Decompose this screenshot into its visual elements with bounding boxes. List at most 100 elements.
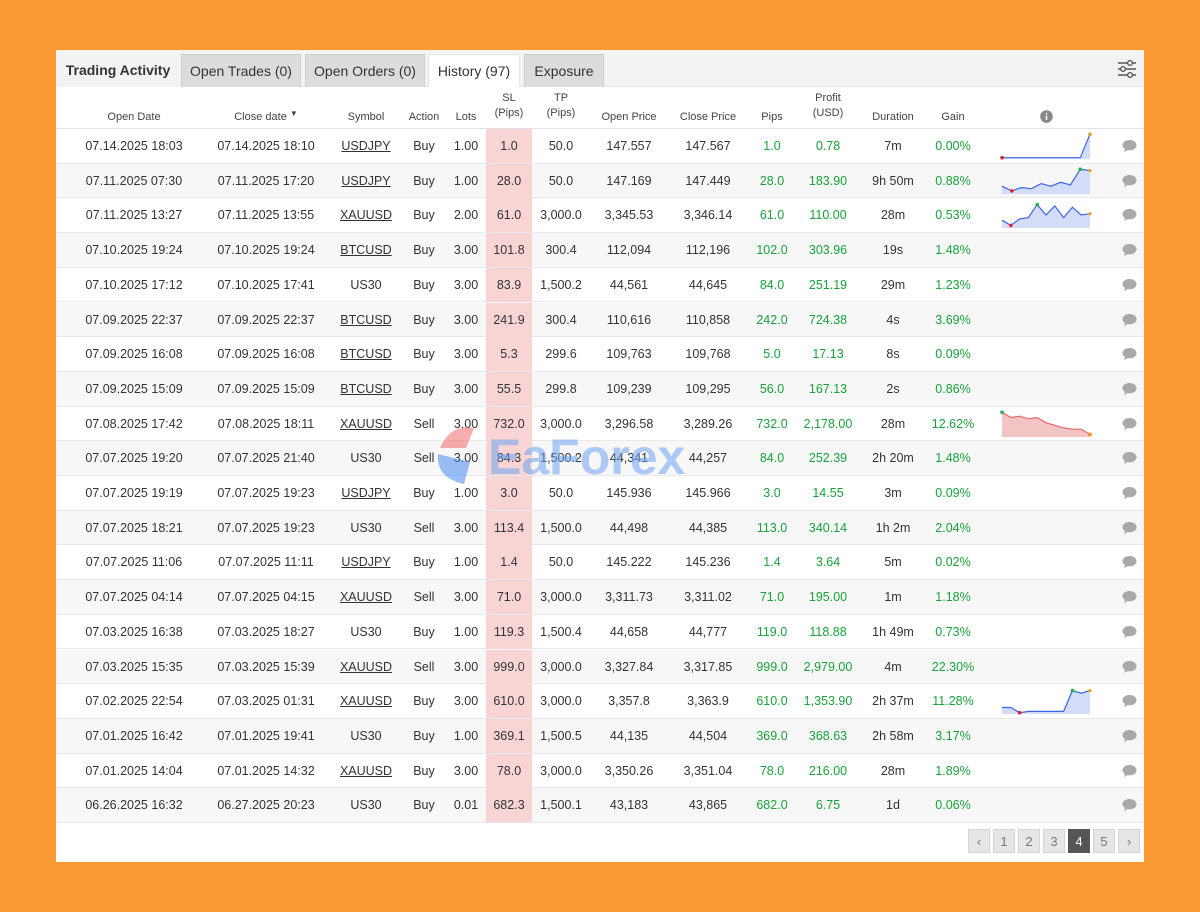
prev-page-button[interactable]: ‹: [968, 829, 990, 853]
cell-symbol[interactable]: USDJPY: [338, 545, 394, 579]
comment-icon[interactable]: [1122, 729, 1137, 743]
table-row[interactable]: 07.09.2025 22:37 07.09.2025 22:37 BTCUSD Bu…: [56, 302, 1144, 338]
page-3-button[interactable]: 3: [1043, 829, 1065, 853]
tab-open-orders[interactable]: Open Orders (0): [305, 54, 425, 87]
table-row[interactable]: 07.01.2025 16:42 07.01.2025 19:41 US30 Buy 1…: [56, 718, 1144, 754]
col-open-date[interactable]: Open Date: [80, 87, 188, 129]
page-4-button[interactable]: 4: [1068, 829, 1090, 853]
comment-icon[interactable]: [1122, 694, 1137, 708]
col-duration[interactable]: Duration: [860, 87, 926, 129]
cell-close-date: 07.01.2025 19:41: [217, 728, 315, 743]
cell-gain: 1.23%: [935, 277, 971, 292]
comment-icon[interactable]: [1122, 764, 1137, 778]
comment-icon[interactable]: [1122, 798, 1137, 812]
cell-tp: 3,000.0: [540, 763, 582, 778]
col-lots[interactable]: Lots: [448, 87, 484, 129]
comment-icon[interactable]: [1122, 174, 1137, 188]
table-row[interactable]: 07.10.2025 17:12 07.10.2025 17:41 US30 Buy 3…: [56, 267, 1144, 303]
table-row[interactable]: 07.14.2025 18:03 07.14.2025 18:10 USDJPY Bu…: [56, 129, 1144, 164]
cell-symbol[interactable]: XAUUSD: [338, 407, 394, 441]
table-row[interactable]: 07.07.2025 11:06 07.07.2025 11:11 USDJPY Bu…: [56, 545, 1144, 581]
tab-history[interactable]: History (97): [428, 54, 520, 87]
table-row[interactable]: 07.07.2025 18:21 07.07.2025 19:23 US30 Sell…: [56, 510, 1144, 546]
comment-icon[interactable]: [1122, 208, 1137, 222]
table-row[interactable]: 07.09.2025 16:08 07.09.2025 16:08 BTCUSD Bu…: [56, 337, 1144, 372]
next-page-button[interactable]: ›: [1118, 829, 1140, 853]
col-symbol[interactable]: Symbol: [338, 87, 394, 129]
cell-duration: 4m: [884, 659, 902, 674]
cell-profit: 167.13: [808, 381, 848, 396]
cell-tp: 1,500.2: [540, 277, 582, 292]
col-close-date[interactable]: Close date ▼: [206, 87, 326, 129]
page-2-button[interactable]: 2: [1018, 829, 1040, 853]
table-row[interactable]: 07.11.2025 07:30 07.11.2025 17:20 USDJPY Bu…: [56, 163, 1144, 199]
table-row[interactable]: 07.02.2025 22:54 07.03.2025 01:31 XAUUSD Bu…: [56, 684, 1144, 719]
cell-action: Sell: [413, 590, 435, 605]
table-row[interactable]: 07.11.2025 13:27 07.11.2025 13:55 XAUUSD Bu…: [56, 198, 1144, 234]
comment-icon[interactable]: [1122, 278, 1137, 292]
col-tp[interactable]: TP (Pips): [536, 87, 586, 129]
tab-open-trades[interactable]: Open Trades (0): [181, 54, 301, 87]
col-gain[interactable]: Gain: [928, 87, 978, 129]
col-pips[interactable]: Pips: [750, 87, 794, 129]
cell-action: Buy: [413, 624, 435, 639]
cell-symbol[interactable]: XAUUSD: [338, 580, 394, 614]
cell-tp: 1,500.0: [540, 520, 582, 535]
comment-icon[interactable]: [1122, 521, 1137, 535]
info-icon[interactable]: [1036, 87, 1056, 129]
comment-icon[interactable]: [1122, 313, 1137, 327]
table-row[interactable]: 07.03.2025 15:35 07.03.2025 15:39 XAUUSD Se…: [56, 649, 1144, 685]
table-row[interactable]: 07.01.2025 14:04 07.01.2025 14:32 XAUUSD Bu…: [56, 753, 1144, 789]
col-sl[interactable]: SL (Pips): [486, 87, 532, 129]
col-open-price[interactable]: Open Price: [594, 87, 664, 129]
table-row[interactable]: 07.09.2025 15:09 07.09.2025 15:09 BTCUSD Bu…: [56, 371, 1144, 407]
comment-icon[interactable]: [1122, 590, 1137, 604]
cell-duration: 5m: [884, 555, 902, 570]
page-1-button[interactable]: 1: [993, 829, 1015, 853]
cell-symbol[interactable]: XAUUSD: [338, 650, 394, 684]
cell-gain: 1.89%: [935, 763, 971, 778]
comment-icon[interactable]: [1122, 243, 1137, 257]
comment-icon[interactable]: [1122, 347, 1137, 361]
cell-profit: 252.39: [808, 451, 848, 466]
cell-symbol[interactable]: XAUUSD: [338, 198, 394, 232]
cell-symbol[interactable]: XAUUSD: [338, 684, 394, 718]
page-5-button[interactable]: 5: [1093, 829, 1115, 853]
comment-icon[interactable]: [1122, 555, 1137, 569]
cell-symbol[interactable]: BTCUSD: [338, 303, 394, 337]
table-row[interactable]: 07.03.2025 16:38 07.03.2025 18:27 US30 Buy 1…: [56, 614, 1144, 650]
cell-gain: 0.09%: [935, 486, 971, 500]
cell-symbol[interactable]: USDJPY: [338, 129, 394, 163]
comment-icon[interactable]: [1122, 417, 1137, 431]
table-header: Open Date Close date ▼ Symbol Action Lot…: [56, 87, 1144, 129]
table-row[interactable]: 07.07.2025 04:14 07.07.2025 04:15 XAUUSD Se…: [56, 580, 1144, 615]
table-row[interactable]: 07.10.2025 19:24 07.10.2025 19:24 BTCUSD Bu…: [56, 233, 1144, 268]
cell-sl: 5.3: [486, 337, 532, 372]
cell-symbol[interactable]: BTCUSD: [338, 337, 394, 371]
cell-pips: 1.0: [763, 139, 781, 153]
cell-open-price: 147.169: [606, 173, 652, 188]
cell-profit: 195.00: [808, 590, 848, 605]
cell-gain: 0.73%: [935, 624, 971, 639]
comment-icon[interactable]: [1122, 139, 1137, 153]
comment-icon[interactable]: [1122, 486, 1137, 500]
cell-symbol[interactable]: USDJPY: [338, 476, 394, 510]
comment-icon[interactable]: [1122, 451, 1137, 465]
comment-icon[interactable]: [1122, 382, 1137, 396]
settings-sliders-icon[interactable]: [1116, 58, 1138, 80]
cell-symbol[interactable]: BTCUSD: [338, 233, 394, 267]
col-profit[interactable]: Profit (USD): [800, 87, 856, 129]
cell-sl: 55.5: [486, 371, 532, 406]
cell-open-price: 110,616: [606, 312, 652, 327]
col-action[interactable]: Action: [400, 87, 448, 129]
cell-symbol[interactable]: BTCUSD: [338, 372, 394, 406]
cell-symbol[interactable]: USDJPY: [338, 164, 394, 198]
cell-symbol[interactable]: XAUUSD: [338, 754, 394, 788]
comment-icon[interactable]: [1122, 660, 1137, 674]
cell-close-price: 3,346.14: [683, 208, 733, 223]
tab-exposure[interactable]: Exposure: [524, 54, 604, 87]
comment-icon[interactable]: [1122, 625, 1137, 639]
col-close-price[interactable]: Close Price: [670, 87, 746, 129]
table-row[interactable]: 06.26.2025 16:32 06.27.2025 20:23 US30 Buy 0…: [56, 788, 1144, 823]
cell-duration: 1m: [884, 590, 902, 605]
